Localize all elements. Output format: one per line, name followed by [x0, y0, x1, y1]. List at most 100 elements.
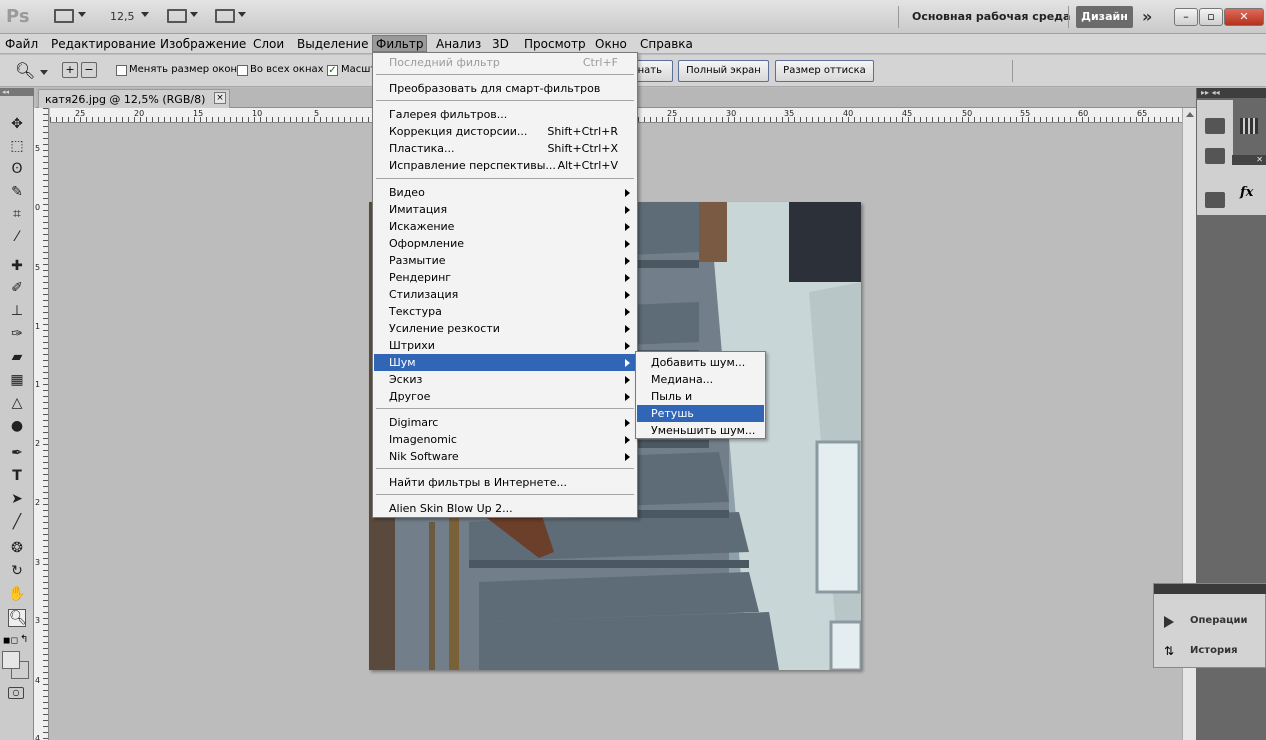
arrange-documents-icon[interactable] [167, 9, 187, 23]
menu-analysis[interactable]: Анализ [436, 37, 481, 51]
document-tab[interactable]: катя26.jpg @ 12,5% (RGB/8) [38, 89, 230, 108]
design-workspace-button[interactable]: Дизайн [1076, 6, 1133, 28]
panel-folder-icon[interactable] [1205, 148, 1225, 164]
submenu-item-despeckle[interactable]: Ретушь [637, 405, 764, 422]
menu-window[interactable]: Окно [595, 37, 627, 51]
dodge-tool-icon[interactable]: ● [8, 418, 26, 434]
quick-mask-icon[interactable]: ○ [8, 687, 24, 699]
panel-folder-icon[interactable] [1205, 118, 1225, 134]
menu-select[interactable]: Выделение [297, 37, 368, 51]
chevron-down-icon[interactable] [141, 12, 149, 17]
chevron-down-icon[interactable] [238, 12, 246, 17]
menu-item-pixelate[interactable]: Оформление [374, 235, 636, 252]
menu-item-blur[interactable]: Размытие [374, 252, 636, 269]
healing-brush-tool-icon[interactable]: ✚ [8, 258, 26, 274]
menu-item-convert-smart-filters[interactable]: Преобразовать для смарт-фильтров [374, 80, 636, 97]
play-icon[interactable] [1164, 616, 1174, 628]
submenu-item-median[interactable]: Медиана... [637, 371, 764, 388]
grid-icon[interactable] [1240, 118, 1258, 134]
submenu-item-dust-scratches[interactable]: Пыль и царапины... [637, 388, 764, 420]
history-panel-label[interactable]: История [1190, 645, 1238, 656]
menu-layer[interactable]: Слои [253, 37, 284, 51]
foreground-color-swatch[interactable] [2, 651, 20, 669]
zoom-tool-icon[interactable]: 🔍︎ [8, 609, 27, 627]
scroll-up-icon[interactable] [1186, 112, 1194, 117]
blur-tool-icon[interactable]: △ [8, 395, 26, 411]
menu-item-lens-correction[interactable]: Коррекция дисторсии... Shift+Ctrl+R [374, 123, 636, 140]
3d-orbit-tool-icon[interactable]: ↻ [8, 563, 26, 579]
menu-item-brush-strokes[interactable]: Штрихи [374, 337, 636, 354]
close-panel-icon[interactable]: ✕ [1232, 155, 1266, 165]
collapse-dock-icon[interactable]: ▸▸ ◂◂ [1197, 88, 1266, 98]
menu-item-browse-filters-online[interactable]: Найти фильтры в Интернете... [374, 474, 636, 491]
menu-3d[interactable]: 3D [492, 37, 509, 51]
history-icon[interactable]: ⇅ [1164, 644, 1174, 658]
path-selection-tool-icon[interactable]: ➤ [8, 491, 26, 507]
menu-item-sharpen[interactable]: Усиление резкости [374, 320, 636, 337]
swap-colors-icon[interactable]: ↰ [20, 634, 28, 645]
menu-item-other[interactable]: Другое [374, 388, 636, 405]
minimize-button[interactable]: – [1174, 8, 1198, 26]
print-size-button[interactable]: Размер оттиска [775, 60, 874, 82]
eyedropper-tool-icon[interactable]: ⁄ [8, 229, 26, 245]
menu-file[interactable]: Файл [5, 37, 38, 51]
stamp-tool-icon[interactable]: ⊥ [8, 303, 26, 319]
menu-item-imagenomic[interactable]: Imagenomic [374, 431, 636, 448]
marquee-tool-icon[interactable]: ⬚ [8, 138, 26, 154]
workspace-label[interactable]: Основная рабочая среда [912, 10, 1070, 23]
menu-item-render[interactable]: Рендеринг [374, 269, 636, 286]
chevron-down-icon[interactable] [40, 70, 48, 75]
menu-item-sketch[interactable]: Эскиз [374, 371, 636, 388]
bridge-icon[interactable] [54, 9, 74, 23]
zoom-tool-icon[interactable]: 🔍︎ [15, 61, 35, 80]
zoom-level[interactable]: 12,5 [110, 10, 135, 23]
menu-item-liquify[interactable]: Пластика... Shift+Ctrl+X [374, 140, 636, 157]
scale-checkbox[interactable]: ✓ [327, 65, 338, 76]
menu-item-artistic[interactable]: Имитация [374, 201, 636, 218]
resize-windows-checkbox[interactable] [116, 65, 127, 76]
chevron-down-icon[interactable] [190, 12, 198, 17]
menu-item-video[interactable]: Видео [374, 184, 636, 201]
menu-view[interactable]: Просмотр [524, 37, 586, 51]
brush-tool-icon[interactable]: ✐ [8, 280, 26, 296]
collapse-toolbox-icon[interactable]: ◂◂ [0, 88, 34, 96]
menu-help[interactable]: Справка [640, 37, 693, 51]
screen-mode-icon[interactable] [215, 9, 235, 23]
menu-item-digimarc[interactable]: Digimarc [374, 414, 636, 431]
eraser-tool-icon[interactable]: ▰ [8, 349, 26, 365]
menu-item-nik-software[interactable]: Nik Software [374, 448, 636, 465]
pen-tool-icon[interactable]: ✒ [8, 445, 26, 461]
type-tool-icon[interactable]: T [8, 468, 26, 484]
close-tab-icon[interactable]: × [214, 92, 226, 104]
menu-item-filter-gallery[interactable]: Галерея фильтров... [374, 106, 636, 123]
menu-item-noise[interactable]: Шум [374, 354, 636, 371]
menu-image[interactable]: Изображение [160, 37, 246, 51]
menu-item-texture[interactable]: Текстура [374, 303, 636, 320]
menu-item-distort[interactable]: Искажение [374, 218, 636, 235]
full-screen-button[interactable]: Полный экран [678, 60, 769, 82]
submenu-item-add-noise[interactable]: Добавить шум... [637, 354, 764, 371]
history-brush-tool-icon[interactable]: ✑ [8, 326, 26, 342]
restore-button[interactable]: ▫ [1199, 8, 1223, 26]
menu-edit[interactable]: Редактирование [51, 37, 156, 51]
menu-item-vanishing-point[interactable]: Исправление перспективы... Alt+Ctrl+V [374, 157, 636, 174]
quick-selection-tool-icon[interactable]: ✎ [8, 184, 26, 200]
zoom-in-icon[interactable]: + [62, 62, 78, 78]
move-tool-icon[interactable]: ✥ [8, 116, 26, 132]
lasso-tool-icon[interactable]: ʘ [8, 161, 26, 177]
crop-tool-icon[interactable]: ⌗ [8, 206, 26, 222]
line-tool-icon[interactable]: ╱ [8, 514, 26, 530]
menu-filter[interactable]: Фильтр [372, 35, 428, 52]
submenu-item-reduce-noise[interactable]: Уменьшить шум... [637, 422, 764, 439]
menu-item-blow-up[interactable]: Alien Skin Blow Up 2... [374, 500, 636, 517]
hand-tool-icon[interactable]: ✋ [8, 586, 26, 602]
panel-folder-icon[interactable] [1205, 192, 1225, 208]
all-windows-checkbox[interactable] [237, 65, 248, 76]
default-colors-icon[interactable]: ◼◻ [3, 636, 18, 646]
gradient-tool-icon[interactable]: ▦ [8, 372, 26, 388]
actions-panel-label[interactable]: Операции [1190, 615, 1248, 626]
menu-item-stylize[interactable]: Стилизация [374, 286, 636, 303]
more-workspaces-icon[interactable]: » [1142, 7, 1152, 26]
fx-icon[interactable]: fx [1240, 185, 1253, 200]
close-button[interactable]: ✕ [1224, 8, 1264, 26]
